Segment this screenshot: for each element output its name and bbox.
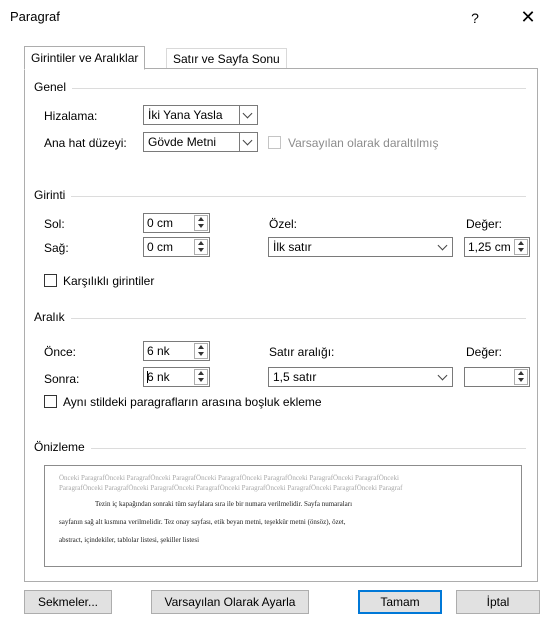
set-as-default-button[interactable]: Varsayılan Olarak Ayarla [151, 590, 309, 614]
line-spacing-label: Satır aralığı: [269, 345, 335, 359]
outline-level-dropdown[interactable]: Gövde Metni [143, 132, 258, 152]
chevron-down-icon [239, 106, 257, 124]
right-indent-label: Sağ: [44, 241, 69, 255]
indent-by-value: 1,25 cm [468, 240, 511, 254]
arrow-down-icon [198, 352, 204, 356]
indent-by-spinner[interactable] [514, 239, 528, 255]
special-indent-label: Özel: [269, 217, 298, 231]
space-before-input[interactable]: 6 nk [143, 341, 210, 361]
preview-text-line: Tezin iç kapağından sonraki tüm sayfalar… [95, 500, 353, 508]
preview-text-line: sayfanın sağ alt kısmına verilmelidir. T… [59, 518, 346, 526]
tabs-button[interactable]: Sekmeler... [24, 590, 112, 614]
chevron-down-icon [435, 368, 452, 386]
right-indent-value: 0 cm [147, 240, 174, 254]
space-before-spinner[interactable] [194, 343, 208, 359]
tab-indents-and-spacing[interactable]: Girintiler ve Aralıklar [24, 46, 146, 70]
mirror-indents-label: Karşılıklı girintiler [63, 274, 155, 288]
space-before-value: 6 nk [147, 344, 170, 358]
arrow-up-icon [198, 217, 204, 221]
tab-line-and-page-breaks[interactable]: Satır ve Sayfa Sonu [166, 48, 287, 69]
arrow-up-icon [198, 371, 204, 375]
close-button[interactable]: ✕ [510, 4, 546, 30]
left-indent-value: 0 cm [147, 216, 174, 230]
preview-divider [36, 448, 526, 449]
help-button[interactable]: ? [460, 6, 490, 30]
arrow-down-icon [198, 378, 204, 382]
indent-by-label: Değer: [466, 217, 503, 231]
indent-legend: Girinti [34, 188, 72, 202]
arrow-up-icon [518, 371, 524, 375]
spacing-divider [36, 318, 526, 319]
right-indent-spinner[interactable] [194, 239, 208, 255]
mirror-indents-checkbox[interactable] [44, 274, 57, 287]
outline-level-value: Gövde Metni [148, 135, 217, 149]
general-divider [36, 88, 526, 89]
right-indent-input[interactable]: 0 cm [143, 237, 210, 257]
preview-previous-paragraph-line: Önceki ParagrafÖnceki ParagrafÖnceki Par… [59, 474, 399, 482]
special-indent-dropdown[interactable]: İlk satır [268, 237, 453, 257]
left-indent-label: Sol: [44, 217, 65, 231]
indent-divider [36, 196, 526, 197]
window-title: Paragraf [10, 9, 60, 24]
arrow-up-icon [518, 241, 524, 245]
alignment-dropdown[interactable]: İki Yana Yasla [143, 105, 258, 125]
alignment-value: İki Yana Yasla [148, 108, 223, 122]
space-after-value: 6 nk [147, 370, 170, 384]
space-after-label: Sonra: [44, 372, 80, 386]
cancel-button[interactable]: İptal [456, 590, 540, 614]
outline-level-label: Ana hat düzeyi: [44, 136, 127, 150]
dont-add-space-checkbox[interactable] [44, 395, 57, 408]
preview-box: Önceki ParagrafÖnceki ParagrafÖnceki Par… [44, 465, 522, 567]
spacing-at-label: Değer: [466, 345, 503, 359]
collapsed-by-default-label: Varsayılan olarak daraltılmış [288, 136, 439, 150]
dont-add-space-label: Aynı stildeki paragrafların arasına boşl… [63, 395, 322, 409]
preview-text-line: abstract, içindekiler, tablolar listesi,… [59, 536, 200, 544]
space-after-spinner[interactable] [194, 369, 208, 385]
preview-previous-paragraph-line: ParagrafÖnceki ParagrafÖnceki ParagrafÖn… [59, 484, 403, 492]
arrow-up-icon [198, 241, 204, 245]
preview-legend: Önizleme [34, 440, 91, 454]
space-before-label: Önce: [44, 345, 77, 359]
text-cursor [147, 371, 148, 383]
ok-button[interactable]: Tamam [358, 590, 442, 614]
line-spacing-dropdown[interactable]: 1,5 satır [268, 367, 453, 387]
indent-by-input[interactable]: 1,25 cm [464, 237, 530, 257]
left-indent-spinner[interactable] [194, 215, 208, 231]
special-indent-value: İlk satır [273, 240, 312, 254]
spacing-legend: Aralık [34, 310, 71, 324]
space-after-input[interactable]: 6 nk [143, 367, 210, 387]
collapsed-by-default-checkbox[interactable] [268, 136, 281, 149]
arrow-down-icon [198, 248, 204, 252]
arrow-up-icon [198, 345, 204, 349]
arrow-down-icon [518, 248, 524, 252]
spacing-at-input[interactable] [464, 367, 530, 387]
arrow-down-icon [198, 224, 204, 228]
chevron-down-icon [239, 133, 257, 151]
left-indent-input[interactable]: 0 cm [143, 213, 210, 233]
alignment-label: Hizalama: [44, 109, 98, 123]
chevron-down-icon [435, 238, 452, 256]
spacing-at-spinner[interactable] [514, 369, 528, 385]
arrow-down-icon [518, 378, 524, 382]
general-legend: Genel [34, 80, 73, 94]
line-spacing-value: 1,5 satır [273, 370, 317, 384]
